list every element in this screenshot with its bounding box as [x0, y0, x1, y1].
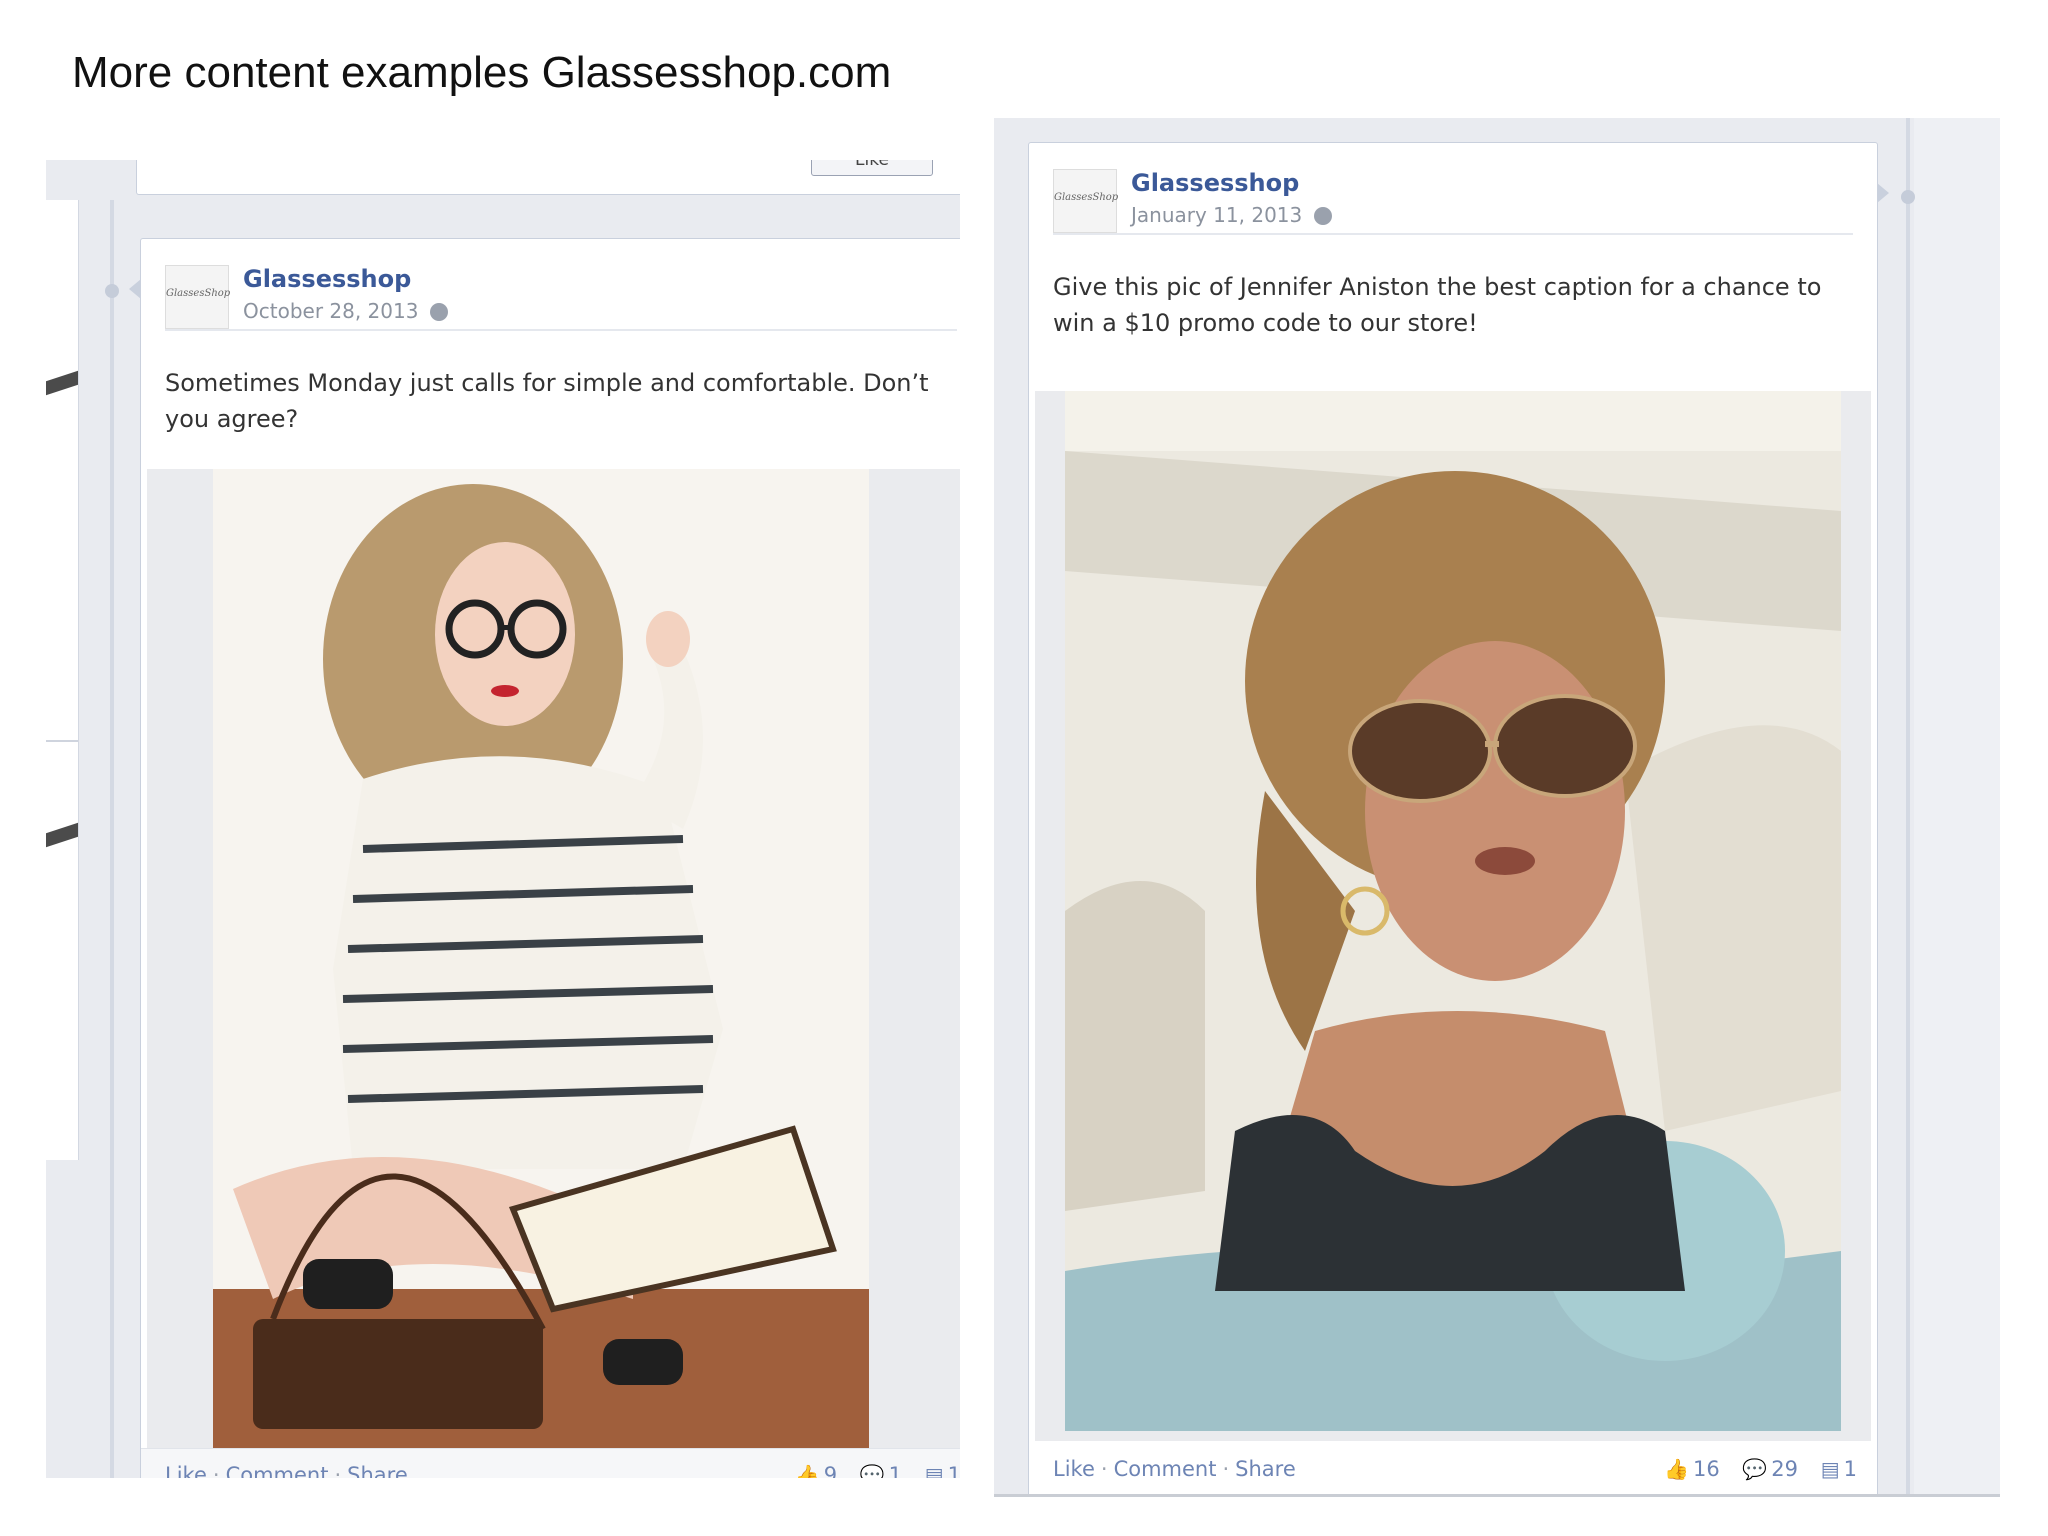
right-facebook-screenshot: GlassesShop Glassesshop January 11, 2013…	[994, 118, 2000, 1497]
post-action-bar: Like · Comment · Share 👍 9 💬 1 ▤ 1	[141, 1448, 960, 1478]
share-icon: ▤	[924, 1463, 944, 1478]
page-name-link[interactable]: Glassesshop	[243, 265, 411, 293]
post-photo[interactable]	[1065, 391, 1841, 1431]
comment-count[interactable]: 29	[1771, 1457, 1798, 1481]
page-name-link[interactable]: Glassesshop	[1131, 169, 1299, 197]
page-like-button[interactable]: Like	[811, 160, 933, 176]
timeline-dot	[1901, 190, 1915, 204]
share-count[interactable]: 1	[1844, 1457, 1857, 1481]
comment-bubble-icon: 💬	[1742, 1457, 1768, 1481]
slide-title: More content examples Glassesshop.com	[72, 48, 892, 97]
post-date[interactable]: October 28, 2013	[243, 299, 449, 323]
like-count[interactable]: 16	[1693, 1457, 1720, 1481]
comment-link[interactable]: Comment	[226, 1463, 329, 1478]
avatar-logo-text: GlassesShop	[1054, 192, 1119, 203]
page-avatar[interactable]: GlassesShop	[1053, 169, 1119, 233]
post-photo[interactable]	[213, 469, 869, 1449]
post-photo-frame[interactable]	[1035, 391, 1871, 1441]
timeline-right-column	[1914, 118, 2000, 1494]
timeline-line	[110, 200, 114, 1478]
post-header: GlassesShop Glassesshop January 11, 2013	[1053, 143, 1853, 235]
like-link[interactable]: Like	[1053, 1457, 1095, 1481]
post-header: GlassesShop Glassesshop October 28, 2013	[165, 239, 957, 331]
thumbs-up-icon: 👍	[1664, 1457, 1689, 1481]
comment-link[interactable]: Comment	[1114, 1457, 1217, 1481]
sliver-divider	[46, 740, 78, 742]
left-facebook-screenshot: Like GlassesShop Glassesshop October 28,…	[46, 160, 960, 1478]
page-avatar[interactable]: GlassesShop	[165, 265, 231, 329]
post-photo-frame[interactable]	[147, 469, 960, 1449]
share-count[interactable]: 1	[948, 1463, 960, 1478]
facebook-post: GlassesShop Glassesshop January 11, 2013…	[1028, 142, 1889, 1494]
comment-bubble-icon: 💬	[859, 1463, 885, 1478]
like-count[interactable]: 9	[824, 1463, 837, 1478]
sliver-image-strip	[46, 370, 78, 396]
timeline-line	[1906, 118, 1910, 1494]
post-text: Sometimes Monday just calls for simple a…	[165, 369, 929, 433]
post-actions: Like · Comment · Share	[165, 1463, 408, 1478]
post-counts: 👍 9 💬 1 ▤ 1	[795, 1463, 960, 1478]
globe-icon	[1314, 207, 1333, 225]
share-icon: ▤	[1820, 1457, 1840, 1481]
post-action-bar: Like · Comment · Share 👍 16 💬 29 ▤ 1	[1029, 1443, 1877, 1494]
previous-post-bottom: Like	[136, 160, 960, 195]
post-text: Give this pic of Jennifer Aniston the be…	[1053, 273, 1822, 337]
post-date-text[interactable]: October 28, 2013	[243, 299, 418, 323]
adjacent-post-sliver	[46, 200, 79, 1160]
facebook-post: GlassesShop Glassesshop October 28, 2013…	[129, 238, 960, 1478]
post-actions: Like · Comment · Share	[1053, 1457, 1296, 1481]
post-date-text[interactable]: January 11, 2013	[1131, 203, 1302, 227]
thumbs-up-icon: 👍	[794, 1463, 820, 1478]
globe-icon	[430, 303, 449, 321]
post-counts: 👍 16 💬 29 ▤ 1	[1664, 1457, 1857, 1481]
avatar-logo-text: GlassesShop	[166, 288, 231, 299]
share-link[interactable]: Share	[347, 1463, 408, 1478]
sliver-image-strip	[46, 822, 78, 848]
like-link[interactable]: Like	[165, 1463, 207, 1478]
timeline-dot	[105, 284, 119, 298]
share-link[interactable]: Share	[1235, 1457, 1296, 1481]
comment-count[interactable]: 1	[889, 1463, 902, 1478]
post-date[interactable]: January 11, 2013	[1131, 203, 1333, 227]
